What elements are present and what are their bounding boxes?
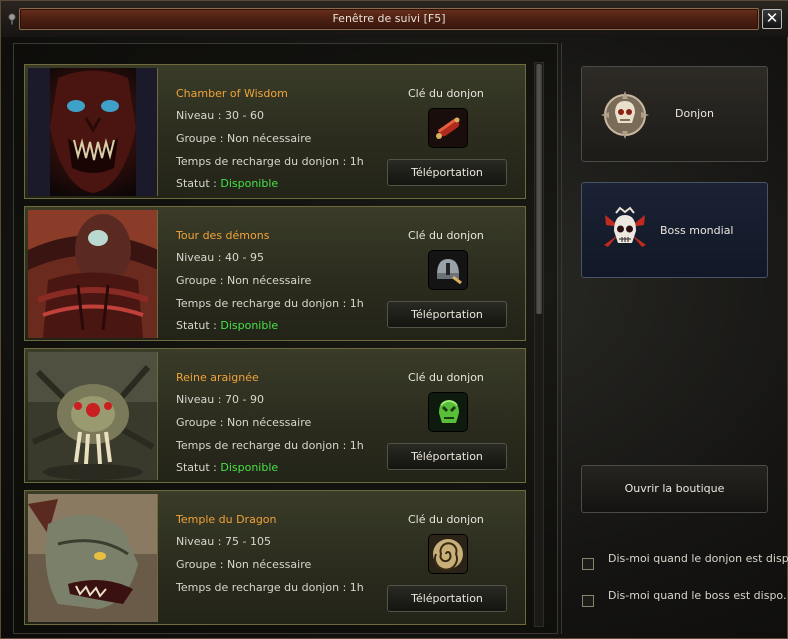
side-panel: Donjon Boss mondial Ouvrir la boutique D… <box>561 43 788 634</box>
dungeon-group: Groupe : Non nécessaire <box>176 274 312 287</box>
notify-dungeon-checkbox[interactable] <box>582 558 594 570</box>
dungeon-name: Chamber of Wisdom <box>176 87 288 100</box>
world-boss-category-label: Boss mondial <box>660 224 734 237</box>
dungeon-level: Niveau : 70 - 90 <box>176 393 264 406</box>
dungeon-status: Statut : Disponible <box>176 319 279 332</box>
green-skull-key-icon[interactable] <box>429 393 467 431</box>
dungeon-card-temple-du-dragon: Temple du Dragon Niveau : 75 - 105 Group… <box>24 490 526 625</box>
dungeon-name: Temple du Dragon <box>176 513 277 526</box>
notify-boss-option[interactable]: Dis-moi quand le boss est dispo. <box>581 589 788 607</box>
notify-dungeon-option[interactable]: Dis-moi quand le donjon est disponible <box>581 552 788 570</box>
dungeon-thumbnail <box>28 210 158 338</box>
helmet-key-icon[interactable] <box>429 251 467 289</box>
dungeon-thumbnail <box>28 68 158 196</box>
world-boss-category-button[interactable]: Boss mondial <box>581 182 768 278</box>
dungeon-card-chamber-of-wisdom: Chamber of Wisdom Niveau : 30 - 60 Group… <box>24 64 526 199</box>
dungeon-group: Groupe : Non nécessaire <box>176 416 312 429</box>
dungeon-status: Statut : Disponible <box>176 461 279 474</box>
dungeon-key-label: Clé du donjon <box>408 371 484 384</box>
dungeon-thumbnail <box>28 352 158 480</box>
boss-skull-icon <box>604 206 646 247</box>
teleport-button[interactable]: Téléportation <box>387 443 507 470</box>
teleport-button[interactable]: Téléportation <box>387 159 507 186</box>
dungeon-card-tour-des-demons: Tour des démons Niveau : 40 - 95 Groupe … <box>24 206 526 341</box>
title-bar[interactable]: Fenêtre de suivi [F5] ✕ <box>1 1 788 37</box>
close-button[interactable]: ✕ <box>762 9 782 29</box>
spiral-key-icon[interactable] <box>429 535 467 573</box>
dungeon-thumbnail <box>28 494 158 622</box>
dungeon-key-label: Clé du donjon <box>408 513 484 526</box>
teleport-button[interactable]: Téléportation <box>387 585 507 612</box>
dungeon-cooldown: Temps de recharge du donjon : 1h <box>176 439 364 452</box>
skull-emblem-icon <box>601 91 649 139</box>
dungeon-level: Niveau : 75 - 105 <box>176 535 271 548</box>
open-shop-button[interactable]: Ouvrir la boutique <box>581 465 768 513</box>
dungeon-status: Statut : Disponible <box>176 177 279 190</box>
tracking-window: Fenêtre de suivi [F5] ✕ Chamber of Wisdo… <box>0 0 788 639</box>
dungeon-level: Niveau : 30 - 60 <box>176 109 264 122</box>
close-icon: ✕ <box>765 9 779 27</box>
dungeon-cooldown: Temps de recharge du donjon : 1h <box>176 297 364 310</box>
dungeon-cooldown: Temps de recharge du donjon : 1h <box>176 581 364 594</box>
window-title: Fenêtre de suivi [F5] <box>19 8 759 30</box>
dungeon-name: Reine araignée <box>176 371 259 384</box>
dungeon-key-label: Clé du donjon <box>408 87 484 100</box>
scroll-key-icon[interactable] <box>429 109 467 147</box>
list-scrollbar[interactable] <box>534 62 544 627</box>
dungeon-cooldown: Temps de recharge du donjon : 1h <box>176 155 364 168</box>
dungeon-list[interactable]: Chamber of Wisdom Niveau : 30 - 60 Group… <box>13 43 558 634</box>
dungeon-key-label: Clé du donjon <box>408 229 484 242</box>
notify-boss-label: Dis-moi quand le boss est dispo. <box>608 589 787 602</box>
dungeon-name: Tour des démons <box>176 229 270 242</box>
dungeon-card-reine-araignee: Reine araignée Niveau : 70 - 90 Groupe :… <box>24 348 526 483</box>
notify-dungeon-label: Dis-moi quand le donjon est disponible <box>608 552 788 565</box>
dungeon-category-button[interactable]: Donjon <box>581 66 768 162</box>
pin-icon <box>8 13 16 25</box>
dungeon-level: Niveau : 40 - 95 <box>176 251 264 264</box>
notify-boss-checkbox[interactable] <box>582 595 594 607</box>
dungeon-group: Groupe : Non nécessaire <box>176 558 312 571</box>
teleport-button[interactable]: Téléportation <box>387 301 507 328</box>
scrollbar-thumb[interactable] <box>536 64 542 314</box>
dungeon-group: Groupe : Non nécessaire <box>176 132 312 145</box>
dungeon-category-label: Donjon <box>675 107 714 120</box>
